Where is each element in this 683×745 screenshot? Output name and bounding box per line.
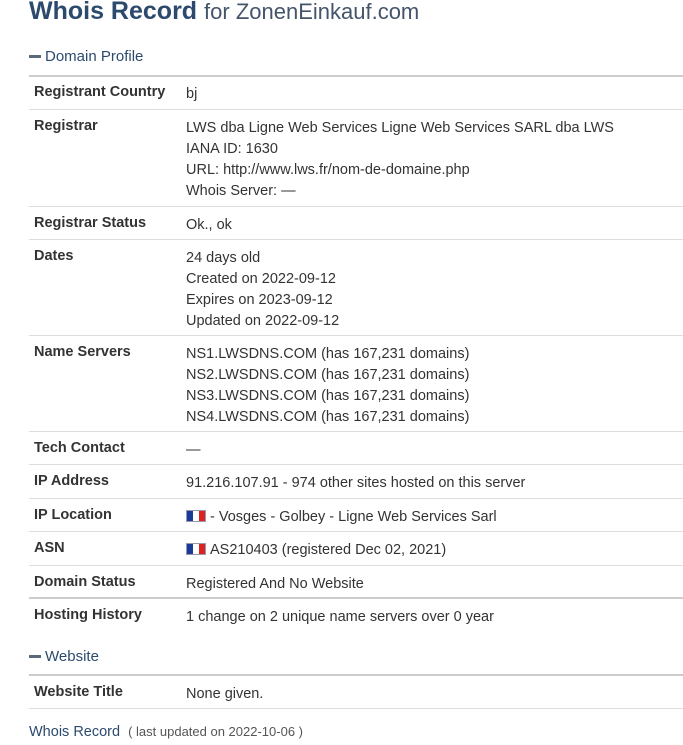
domain-status-label: Domain Status <box>34 574 136 590</box>
name-server-item: NS1.LWSDNS.COM (has 167,231 domains) <box>186 346 470 362</box>
domain-age: 24 days old <box>186 250 261 266</box>
hosting-history-value[interactable]: 1 change on 2 unique name servers over 0… <box>186 607 494 628</box>
hosting-history-label: Hosting History <box>34 607 142 623</box>
created-date: Created on 2022-09-12 <box>186 271 336 287</box>
section-divider <box>29 597 683 599</box>
row-ip-location: IP Location - Vosges - Golbey - Ligne We… <box>29 499 683 532</box>
registrant-country-value: bj <box>186 86 198 102</box>
registrar-status-label: Registrar Status <box>34 215 147 231</box>
collapse-minus-icon <box>29 55 41 58</box>
ip-location-text: - Vosges - Golbey - Ligne Web Services S… <box>210 509 497 525</box>
ip-location-value: - Vosges - Golbey - Ligne Web Services S… <box>186 507 497 528</box>
row-tech-contact: Tech Contact — <box>29 432 683 465</box>
row-ip-address: IP Address 91.216.107.91 - 974 other sit… <box>29 465 683 499</box>
expires-date: Expires on 2023-09-12 <box>186 292 333 308</box>
registrar-value: LWS dba Ligne Web Services Ligne Web Ser… <box>186 118 614 202</box>
website-heading: Website <box>45 648 99 665</box>
ip-location-label: IP Location <box>34 507 112 523</box>
registrar-label: Registrar <box>34 118 98 134</box>
name-servers-label: Name Servers <box>34 344 131 360</box>
registrar-whois-server: Whois Server: — <box>186 183 296 199</box>
row-dates: Dates 24 days old Created on 2022-09-12 … <box>29 240 683 336</box>
ip-address-label: IP Address <box>34 473 109 489</box>
registrar-name: LWS dba Ligne Web Services Ligne Web Ser… <box>186 120 614 136</box>
whois-record-link[interactable]: Whois Record <box>29 724 120 740</box>
website-title-label: Website Title <box>34 684 123 700</box>
updated-date: Updated on 2022-09-12 <box>186 313 340 329</box>
row-asn: ASN AS210403 (registered Dec 02, 2021) <box>29 532 683 566</box>
ip-address-value: 91.216.107.91 - 974 other sites hosted o… <box>186 475 526 491</box>
website-title-value: None given. <box>186 686 264 702</box>
collapse-minus-icon <box>29 655 41 658</box>
row-registrant-country: Registrant Country bj <box>29 76 683 110</box>
registrar-status-value: Ok., ok <box>186 217 232 233</box>
tech-contact-value: — <box>186 442 201 458</box>
page-title: Whois Record for ZonenEinkauf.com <box>29 0 419 26</box>
row-website-title: Website Title None given. <box>29 676 683 709</box>
row-registrar-status: Registrar Status Ok., ok <box>29 207 683 240</box>
name-servers-value: NS1.LWSDNS.COM (has 167,231 domains) NS2… <box>186 344 469 428</box>
name-server-item: NS4.LWSDNS.COM (has 167,231 domains) <box>186 409 470 425</box>
footer: Whois Record ( last updated on 2022-10-0… <box>29 724 303 740</box>
row-domain-status: Domain Status Registered And No Website <box>29 566 683 599</box>
asn-value: AS210403 (registered Dec 02, 2021) <box>186 540 446 561</box>
dates-value: 24 days old Created on 2022-09-12 Expire… <box>186 248 339 332</box>
website-toggle[interactable]: Website <box>29 648 99 665</box>
last-updated-text: ( last updated on 2022-10-06 ) <box>128 724 303 739</box>
dates-label: Dates <box>34 248 74 264</box>
domain-status-value: Registered And No Website <box>186 576 364 592</box>
row-registrar: Registrar LWS dba Ligne Web Services Lig… <box>29 110 683 207</box>
registrar-iana-id: IANA ID: 1630 <box>186 141 278 157</box>
name-server-item: NS2.LWSDNS.COM (has 167,231 domains) <box>186 367 470 383</box>
domain-profile-toggle[interactable]: Domain Profile <box>29 48 143 65</box>
france-flag-icon <box>186 510 206 522</box>
registrant-country-label: Registrant Country <box>34 84 166 100</box>
row-name-servers: Name Servers NS1.LWSDNS.COM (has 167,231… <box>29 336 683 432</box>
asn-text: AS210403 (registered Dec 02, 2021) <box>210 542 447 558</box>
domain-profile-heading: Domain Profile <box>45 48 144 65</box>
asn-label: ASN <box>34 540 65 556</box>
registrar-url: URL: http://www.lws.fr/nom-de-domaine.ph… <box>186 162 470 178</box>
page-title-main: Whois Record <box>29 0 198 25</box>
name-server-item: NS3.LWSDNS.COM (has 167,231 domains) <box>186 388 470 404</box>
tech-contact-label: Tech Contact <box>34 440 125 456</box>
page-title-domain: for ZonenEinkauf.com <box>204 0 420 24</box>
france-flag-icon <box>186 543 206 555</box>
